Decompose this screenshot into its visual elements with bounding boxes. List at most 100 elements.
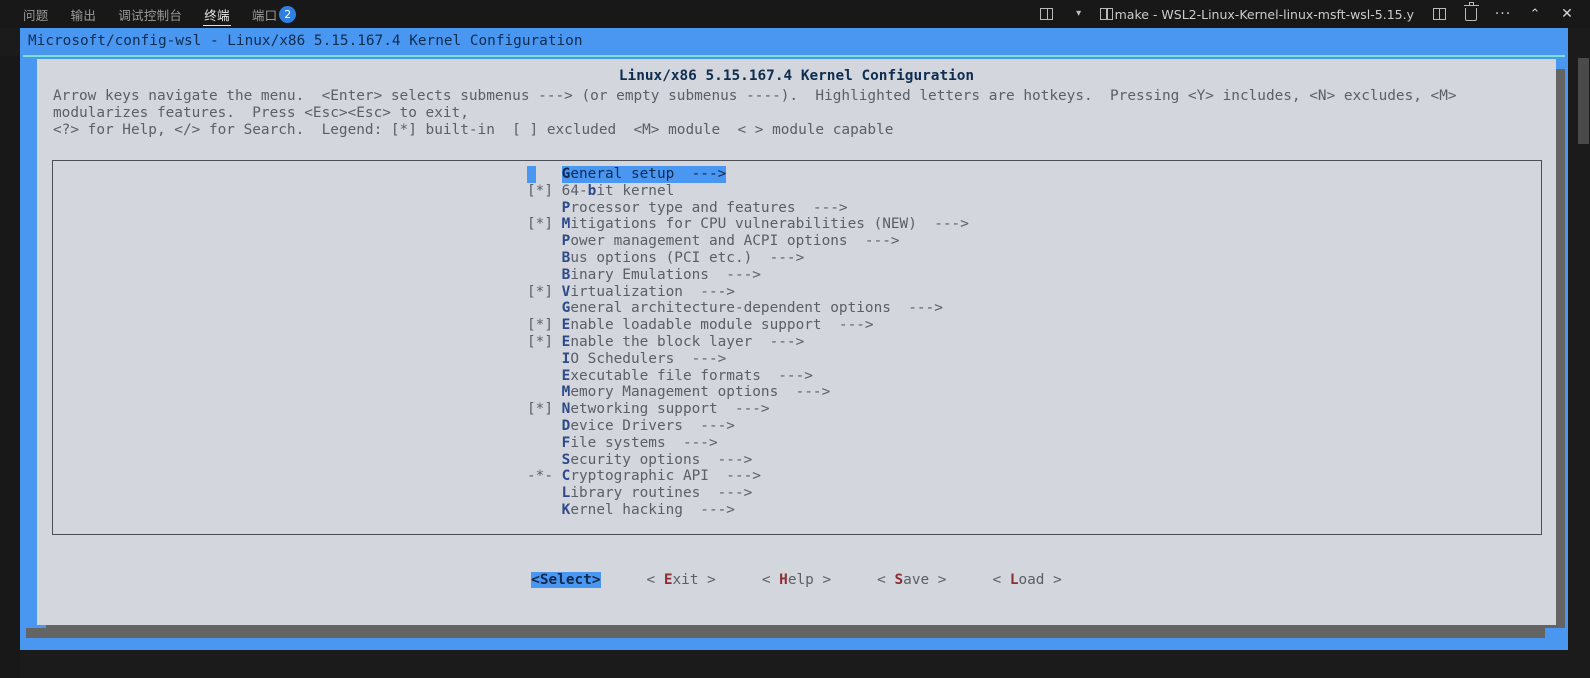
kill-terminal-button[interactable] — [1456, 2, 1486, 26]
button-label: xit > — [672, 572, 716, 588]
menu-item-label: nable the block layer ---> — [570, 333, 805, 350]
active-terminal-label: make - WSL2-Linux-Kernel-linux-msft-wsl-… — [1114, 6, 1414, 22]
trash-icon — [1463, 2, 1479, 21]
new-terminal-button[interactable] — [1424, 2, 1454, 26]
button-bracket-left: < — [646, 572, 664, 588]
button-label: oad > — [1018, 572, 1062, 588]
menu-item[interactable]: [*] Enable the block layer ---> — [527, 334, 1527, 351]
tab-output[interactable]: 输出 — [60, 0, 108, 28]
menu-item[interactable]: File systems ---> — [527, 435, 1527, 452]
menu-item[interactable]: Device Drivers ---> — [527, 418, 1527, 435]
button-bracket-left: < — [761, 572, 780, 588]
menu-item-mark — [527, 485, 562, 501]
button-label: ave > — [903, 572, 947, 588]
menu-item[interactable]: -*- Cryptographic API ---> — [527, 468, 1527, 485]
menuconfig-window: Microsoft/config-wsl - Linux/x86 5.15.16… — [20, 28, 1568, 650]
close-icon: ✕ — [1561, 6, 1573, 22]
menu-item[interactable]: Processor type and features ---> — [527, 200, 1527, 217]
menu-item-label: it kernel — [596, 182, 675, 199]
ports-badge: 2 — [279, 5, 297, 23]
menu-item-label: ile systems ---> — [570, 434, 718, 451]
terminal-dropdown-button[interactable]: ▾ — [1064, 2, 1094, 26]
menu-item[interactable]: [*] Virtualization ---> — [527, 284, 1527, 301]
tab-debug-console-label: 调试控制台 — [118, 7, 183, 23]
split-editor-icon — [1432, 8, 1446, 20]
menu-item-mark — [527, 384, 562, 400]
exit-button[interactable]: < Exit > — [647, 572, 716, 588]
menu-item[interactable]: Executable file formats ---> — [527, 368, 1527, 385]
terminal-icon — [1099, 8, 1113, 20]
vertical-scrollbar-track[interactable] — [1576, 56, 1590, 678]
help-button[interactable]: < Help > — [762, 572, 831, 588]
menu-item[interactable]: Library routines ---> — [527, 485, 1527, 502]
menuconfig-window-title: Microsoft/config-wsl - Linux/x86 5.15.16… — [28, 33, 583, 49]
dialog-button-row: <Select> < Exit > < Help > < Save > < Load > — [37, 572, 1556, 588]
panel-tab-bar: 问题 输出 调试控制台 终端 端口 2 ▾ make - WSL2-Linux-… — [0, 0, 1590, 29]
menu-item-label: ernel hacking ---> — [570, 501, 735, 518]
kernel-config-menu[interactable]: General setup ---> [*] 64-bit kernel Proc… — [527, 166, 1527, 519]
split-panel-icon — [1040, 8, 1054, 20]
menu-item-mark — [527, 368, 562, 384]
menu-item[interactable]: [*] 64-bit kernel — [527, 183, 1527, 200]
menu-item[interactable]: [*] Mitigations for CPU vulnerabilities … — [527, 216, 1527, 233]
button-bracket-left: < — [531, 572, 540, 588]
menu-item-label: emory Management options ---> — [570, 384, 831, 401]
menu-item[interactable]: [*] Enable loadable module support ---> — [527, 317, 1527, 334]
menu-item[interactable]: Memory Management options ---> — [527, 384, 1527, 401]
menu-item-mark: [*] — [527, 216, 562, 233]
close-panel-button[interactable]: ✕ — [1552, 2, 1582, 26]
horizontal-scrollbar-thumb[interactable] — [26, 628, 1545, 638]
menu-item-label: eneral setup ---> — [570, 166, 727, 182]
vertical-scrollbar-thumb[interactable] — [1578, 58, 1589, 144]
menu-item-label: us options (PCI etc.) ---> — [570, 249, 805, 266]
menuconfig-dialog: Linux/x86 5.15.167.4 Kernel Configuratio… — [37, 59, 1556, 625]
menu-item-label: etworking support ---> — [570, 401, 770, 418]
menu-item[interactable]: Bus options (PCI etc.) ---> — [527, 250, 1527, 267]
menu-item[interactable]: IO Schedulers ---> — [527, 351, 1527, 368]
menu-item-label: evice Drivers ---> — [570, 417, 735, 434]
tab-ports[interactable]: 端口 2 — [241, 0, 308, 28]
menu-item[interactable]: [*] Networking support ---> — [527, 401, 1527, 418]
menu-item-mark — [527, 502, 562, 518]
menu-item-label: ower management and ACPI options ---> — [570, 233, 900, 250]
menu-item[interactable]: Power management and ACPI options ---> — [527, 233, 1527, 250]
menu-item[interactable]: Binary Emulations ---> — [527, 267, 1527, 284]
menu-item-mark: [*] — [527, 401, 562, 418]
tab-terminal-label: 终端 — [204, 7, 230, 23]
button-hotkey: S — [894, 572, 904, 588]
menu-item-label: 64- — [561, 182, 588, 199]
terminal-left-gutter — [0, 56, 20, 678]
title-separator — [23, 55, 1565, 57]
ellipsis-icon: ··· — [1494, 6, 1512, 22]
save-button[interactable]: < Save > — [877, 572, 946, 588]
tab-problems[interactable]: 问题 — [12, 0, 60, 28]
tab-problems-label: 问题 — [23, 7, 49, 23]
select-button[interactable]: <Select> — [531, 572, 601, 588]
menu-item-mark — [527, 200, 562, 216]
menu-item[interactable]: General architecture-dependent options -… — [527, 300, 1527, 317]
menu-item[interactable]: Security options ---> — [527, 452, 1527, 469]
menu-item-mark — [527, 435, 562, 451]
menu-item[interactable]: Kernel hacking ---> — [527, 502, 1527, 519]
menu-item-label: ryptographic API ---> — [570, 468, 761, 485]
menu-item-mark — [527, 351, 562, 367]
load-button[interactable]: < Load > — [992, 572, 1061, 588]
button-bracket-left: < — [992, 572, 1010, 588]
more-actions-button[interactable]: ··· — [1488, 2, 1518, 26]
menu-item-label: ecurity options ---> — [570, 451, 753, 468]
menu-item-mark: [*] — [527, 333, 562, 350]
menu-item-label: nable loadable module support ---> — [570, 317, 874, 334]
vscode-panel-screen: 问题 输出 调试控制台 终端 端口 2 ▾ make - WSL2-Linux-… — [0, 0, 1590, 678]
tab-debug-console[interactable]: 调试控制台 — [107, 0, 193, 28]
button-hotkey: E — [663, 572, 673, 588]
button-hotkey: H — [779, 572, 788, 588]
button-bracket-left: < — [877, 572, 895, 588]
maximize-panel-button[interactable]: ⌃ — [1520, 2, 1550, 26]
split-terminal-button[interactable] — [1032, 2, 1062, 26]
chevron-down-icon: ▾ — [1076, 8, 1082, 19]
menu-item-highlight: General setup ---> — [561, 166, 727, 183]
menu-item[interactable]: General setup ---> — [527, 166, 1527, 183]
terminal-viewport: Microsoft/config-wsl - Linux/x86 5.15.16… — [0, 28, 1590, 678]
active-terminal-entry[interactable]: make - WSL2-Linux-Kernel-linux-msft-wsl-… — [1096, 2, 1422, 26]
tab-terminal[interactable]: 终端 — [193, 0, 241, 28]
